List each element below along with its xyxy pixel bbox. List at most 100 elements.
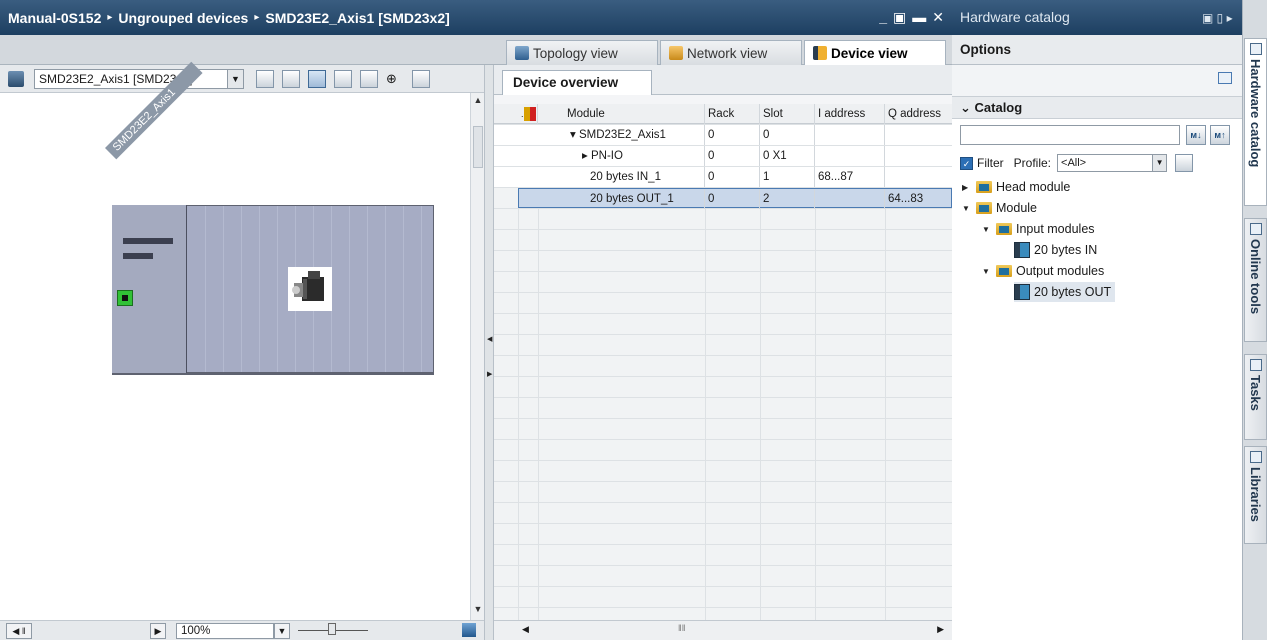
tab-tasks[interactable]: Tasks: [1244, 354, 1267, 440]
collapse-left-icon[interactable]: ◀: [487, 335, 492, 343]
zoom-value: 100%: [181, 625, 211, 637]
filter-checkbox[interactable]: ✓: [960, 156, 973, 170]
column-header[interactable]: Q address: [885, 104, 952, 124]
show-module-labels-button[interactable]: [256, 69, 274, 88]
stepper-motor-image: [288, 267, 332, 311]
tree-item-head-module[interactable]: ▶ Head module: [962, 177, 1070, 197]
tree-item-label: 20 bytes OUT: [1034, 285, 1112, 299]
tab-label: Tasks: [1248, 375, 1263, 411]
module-icon: [1014, 284, 1030, 300]
overview-button[interactable]: [412, 69, 430, 88]
module-cell: 20 bytes OUT_1: [564, 189, 705, 209]
i-address-cell: [815, 146, 885, 166]
i-address-cell: [815, 189, 885, 209]
collapse-icon[interactable]: ▼: [982, 267, 992, 276]
slot-cell: 2: [760, 189, 815, 209]
pane-controls-icon[interactable]: ▣ ▯ ▸: [1202, 11, 1233, 25]
profinet-port-icon[interactable]: [117, 290, 133, 306]
zoom-dropdown-icon[interactable]: ▼: [274, 623, 290, 639]
tab-device-overview[interactable]: Device overview: [502, 70, 652, 96]
catalog-icon: [1249, 43, 1262, 55]
scroll-left-icon[interactable]: ◀: [522, 624, 529, 635]
pane-splitter[interactable]: ◀ ▶: [484, 65, 494, 640]
column-header[interactable]: Slot: [760, 104, 815, 124]
show-module-names-button[interactable]: [282, 69, 300, 88]
tree-item-20-bytes-in[interactable]: 20 bytes IN: [1014, 240, 1097, 260]
close-icon[interactable]: ✕: [932, 9, 944, 26]
scrollbar-grip-icon[interactable]: ‖‖: [678, 623, 685, 633]
search-down-button[interactable]: ᴍ↓: [1186, 125, 1206, 145]
zoom-slider-thumb[interactable]: [328, 623, 336, 635]
online-tools-icon: [1249, 223, 1262, 235]
tab-libraries[interactable]: Libraries: [1244, 446, 1267, 544]
i-address-cell: 68...87: [815, 167, 885, 187]
scroll-right-icon[interactable]: ▶: [150, 623, 166, 639]
device-overview-table: ... Module Rack Slot I address Q address…: [494, 104, 952, 620]
table-horizontal-scrollbar[interactable]: ◀ ‖‖ ▶: [494, 620, 952, 640]
add-device-icon[interactable]: [8, 70, 24, 87]
column-header[interactable]: Module: [564, 104, 705, 124]
tab-hardware-catalog[interactable]: Hardware catalog: [1244, 38, 1267, 206]
module-cell: ▾ SMD23E2_Axis1: [564, 125, 705, 145]
minimize-icon[interactable]: _: [879, 9, 887, 26]
tab-device-view[interactable]: Device view: [804, 40, 946, 65]
tree-item-output-modules[interactable]: ▼ Output modules: [982, 261, 1104, 281]
search-up-button[interactable]: ᴍ↑: [1210, 125, 1230, 145]
catalog-search-input[interactable]: [960, 125, 1180, 145]
tab-label: Online tools: [1248, 239, 1263, 315]
topology-icon: [515, 46, 529, 60]
overview-navigation-icon[interactable]: [462, 623, 476, 637]
head-module[interactable]: [112, 205, 187, 373]
scroll-down-icon[interactable]: ▼: [472, 604, 484, 618]
catalog-header[interactable]: ⌄ Catalog: [952, 97, 1242, 119]
collapse-icon[interactable]: ▼: [962, 204, 972, 213]
tree-item-20-bytes-out[interactable]: 20 bytes OUT: [1014, 282, 1116, 302]
table-row[interactable]: ▾ SMD23E2_Axis1 0 0: [494, 125, 952, 145]
open-profile-button[interactable]: [1175, 154, 1194, 172]
network-icon: [669, 46, 683, 60]
column-header[interactable]: Rack: [705, 104, 760, 124]
chevron-down-icon[interactable]: ▼: [227, 69, 243, 88]
zoom-icon[interactable]: ⊕: [386, 70, 404, 88]
chevron-down-icon[interactable]: ▼: [1152, 155, 1167, 171]
zoom-field[interactable]: 100%: [176, 623, 274, 639]
table-row[interactable]: 20 bytes IN_1 0 1 68...87: [494, 167, 952, 187]
options-header[interactable]: Options: [952, 35, 1242, 65]
scroll-left-icon[interactable]: ◀ ‖: [6, 623, 32, 639]
tree-item-input-modules[interactable]: ▼ Input modules: [982, 219, 1095, 239]
show-pictures-button[interactable]: [308, 69, 326, 88]
page-break-button[interactable]: [360, 69, 378, 88]
q-address-cell: [885, 167, 952, 187]
tree-item-label: Output modules: [1016, 264, 1105, 278]
pane-layout-icon[interactable]: [1218, 72, 1232, 84]
hardware-catalog-pane: ⌄ Catalog ᴍ↓ ᴍ↑ ✓ Filter Profile: <All> …: [952, 65, 1242, 640]
expand-icon[interactable]: ▶: [962, 183, 972, 192]
column-header[interactable]: I address: [815, 104, 885, 124]
table-row[interactable]: ▸ PN-IO 0 0 X1: [494, 146, 952, 166]
filter-row: ✓ Filter Profile: <All> ▼: [960, 153, 1194, 173]
breadcrumb-separator: ▸: [107, 12, 113, 23]
collapse-right-icon[interactable]: ▶: [487, 370, 492, 378]
maximize-icon[interactable]: ▬: [912, 9, 926, 26]
tree-item-module[interactable]: ▼ Module: [962, 198, 1037, 218]
table-row-selected[interactable]: 20 bytes OUT_1 0 2 64...83: [518, 188, 952, 209]
grid-button[interactable]: [334, 69, 352, 88]
tab-topology-view[interactable]: Topology view: [506, 40, 658, 65]
tab-online-tools[interactable]: Online tools: [1244, 218, 1267, 342]
canvas-vertical-scrollbar[interactable]: ▲ ▼: [470, 93, 484, 620]
scroll-right-icon[interactable]: ▶: [937, 624, 944, 635]
breadcrumb-project[interactable]: Manual-0S152: [8, 10, 101, 26]
libraries-icon: [1249, 451, 1262, 463]
scrollbar-thumb[interactable]: [473, 126, 483, 168]
profile-select[interactable]: <All> ▼: [1057, 154, 1168, 172]
collapse-icon[interactable]: ▼: [982, 225, 992, 234]
breadcrumb-device[interactable]: SMD23E2_Axis1 [SMD23x2]: [265, 10, 449, 26]
breadcrumb-group[interactable]: Ungrouped devices: [118, 10, 248, 26]
device-view-toolbar: SMD23E2_Axis1 [SMD23x2] ▼ ⊕: [0, 65, 484, 93]
scroll-up-icon[interactable]: ▲: [472, 95, 484, 109]
restore-icon[interactable]: ▣: [893, 9, 906, 26]
profile-value: <All>: [1061, 157, 1087, 169]
rack-cell: 0: [705, 125, 760, 145]
device-selector[interactable]: SMD23E2_Axis1 [SMD23x2] ▼: [34, 68, 244, 89]
tab-network-view[interactable]: Network view: [660, 40, 802, 65]
